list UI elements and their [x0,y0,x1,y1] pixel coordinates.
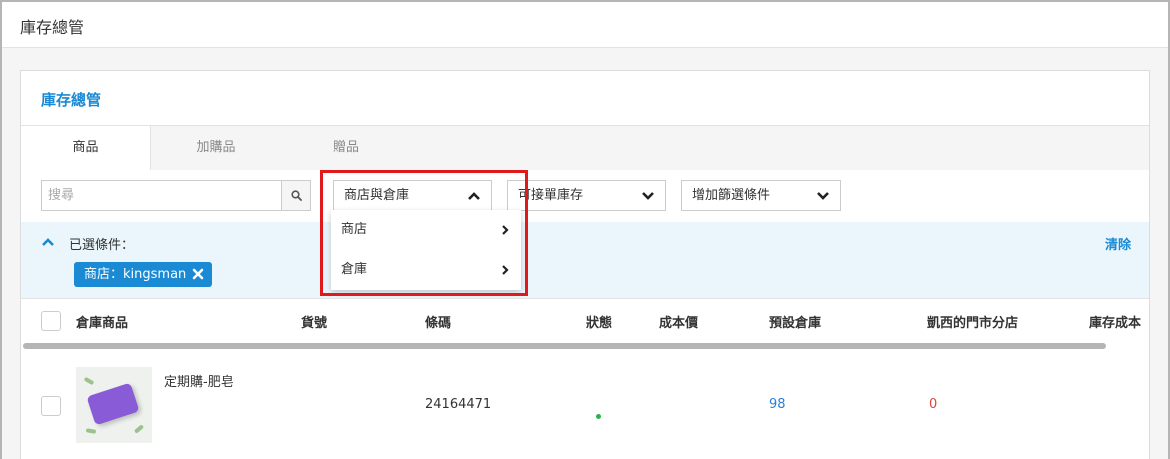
product-thumbnail[interactable] [76,367,152,443]
search-input[interactable] [41,180,281,211]
table-header: 倉庫商品 貨號 條碼 狀態 成本價 預設倉庫 凱西的門市分店 庫存成本 [21,298,1149,342]
soap-image [86,382,140,426]
column-header[interactable]: 倉庫商品 [76,312,128,331]
leaf-decoration [83,376,95,386]
search-icon [291,190,302,201]
selected-conditions: 已選條件： 商店：kingsman 清除 [21,222,1149,298]
default-warehouse-stock[interactable]: 98 [769,397,786,412]
leaf-decoration [85,428,97,434]
table-row[interactable]: 定期購-肥皂 24164471 98 0 [21,351,1149,459]
row-checkbox[interactable] [41,396,61,416]
chevron-down-icon [642,192,654,200]
select-label: 增加篩選條件 [692,188,771,203]
tab-gifts[interactable]: 贈品 [281,126,411,170]
search-button[interactable] [281,180,311,211]
column-header[interactable]: 貨號 [301,312,327,331]
tab-bar: 商品 加購品 贈品 [21,126,1149,170]
column-header[interactable]: 狀態 [586,312,612,331]
tab-products[interactable]: 商品 [21,126,151,170]
store-branch-stock[interactable]: 0 [929,397,937,412]
page-title: 庫存總管 [20,18,85,37]
product-name[interactable]: 定期購-肥皂 [164,371,234,390]
column-header[interactable]: 庫存成本 [1089,312,1141,331]
highlight-box [320,170,528,296]
status-indicator [596,414,601,419]
leaf-decoration [133,424,145,434]
filter-chip[interactable]: 商店：kingsman [74,262,213,287]
column-header[interactable]: 成本價 [659,312,698,331]
column-header[interactable]: 預設倉庫 [769,312,821,331]
chevron-up-icon[interactable] [41,236,55,248]
tab-addon-products[interactable]: 加購品 [151,126,281,170]
select-all-checkbox[interactable] [41,311,61,331]
inventory-card: 庫存總管 商品 加購品 贈品 商店與倉庫 可接單庫存 增加篩選條件 [20,70,1150,459]
orderable-stock-select[interactable]: 可接單庫存 [507,180,666,211]
column-header[interactable]: 凱西的門市分店 [927,312,1018,331]
barcode-cell: 24164471 [425,397,492,412]
page-header: 庫存總管 [2,2,1168,48]
selected-conditions-label: 已選條件： [69,238,135,253]
column-header[interactable]: 條碼 [425,312,451,331]
add-filter-select[interactable]: 增加篩選條件 [681,180,841,211]
chip-label: 商店：kingsman [84,267,187,282]
horizontal-scrollbar[interactable] [23,343,1106,349]
clear-button[interactable]: 清除 [1105,234,1131,253]
close-icon[interactable] [192,268,204,280]
card-title: 庫存總管 [41,91,102,109]
filter-bar: 商店與倉庫 可接單庫存 增加篩選條件 [21,170,1149,222]
chevron-down-icon [817,192,829,200]
